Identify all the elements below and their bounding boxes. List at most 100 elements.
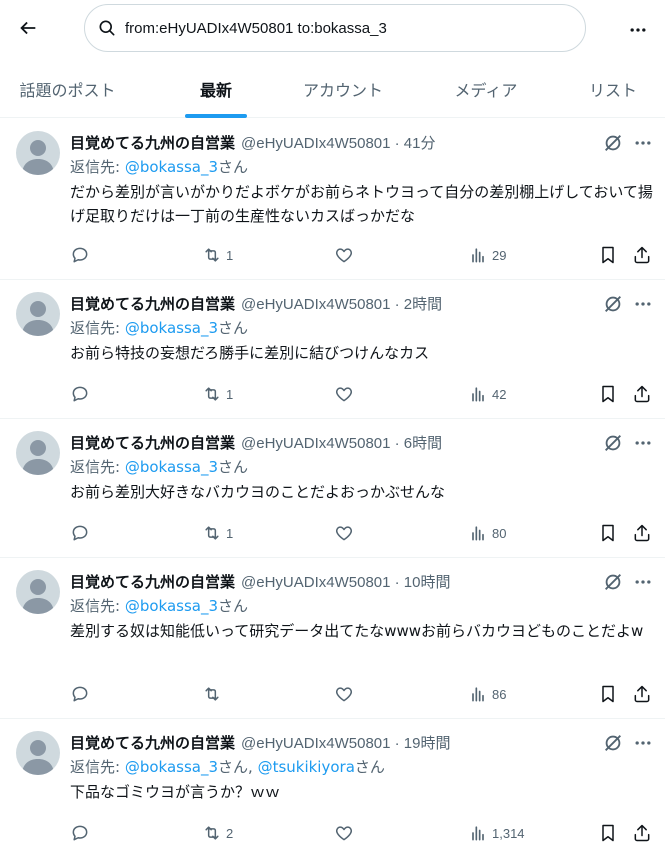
like-button[interactable] <box>334 682 354 706</box>
tweet[interactable]: 目覚めてる九州の自営業 @eHyUADIx4W50801 · 2時間 返信先: … <box>0 280 665 419</box>
mention-link[interactable]: @bokassa_3 <box>125 158 218 176</box>
views-button[interactable]: 1,314 <box>468 821 525 845</box>
tweet-header: 目覚めてる九州の自営業 @eHyUADIx4W50801 · 6時間 <box>70 431 442 453</box>
reply-suffix: さん <box>218 158 249 176</box>
mention-link[interactable]: @tsukikiyora <box>258 758 355 776</box>
handle-and-time[interactable]: @eHyUADIx4W50801 · 2時間 <box>241 293 442 314</box>
more-dots-icon[interactable] <box>632 571 654 593</box>
share-button[interactable] <box>632 243 652 267</box>
search-input[interactable]: from:eHyUADIx4W50801 to:bokassa_3 <box>84 4 586 52</box>
handle-and-time[interactable]: @eHyUADIx4W50801 · 10時間 <box>241 571 450 592</box>
tweet-header: 目覚めてる九州の自営業 @eHyUADIx4W50801 · 10時間 <box>70 570 450 592</box>
bookmark-button[interactable] <box>598 682 618 706</box>
tab-accounts[interactable]: アカウント <box>285 60 401 118</box>
display-name[interactable]: 目覚めてる九州の自営業 <box>70 432 235 453</box>
share-button[interactable] <box>632 821 652 845</box>
views-button[interactable]: 86 <box>468 682 506 706</box>
retweet-button[interactable]: 1 <box>202 382 233 406</box>
reply-icon <box>72 825 88 841</box>
share-button[interactable] <box>632 521 652 545</box>
tweet[interactable]: 目覚めてる九州の自営業 @eHyUADIx4W50801 · 19時間 返信先:… <box>0 719 665 851</box>
tweet-text: 差別する奴は知能低いって研究データ出てたなwwwお前らバカウヨどものことだよw <box>70 622 644 640</box>
reply-context: 返信先: @bokassa_3さん <box>70 317 248 338</box>
share-button[interactable] <box>632 682 652 706</box>
grok-icon[interactable] <box>602 571 624 593</box>
tab-top[interactable]: 話題のポスト <box>0 60 135 118</box>
tab-latest[interactable]: 最新 <box>170 60 262 118</box>
tab-lists[interactable]: リスト <box>570 60 656 118</box>
reply-button[interactable] <box>70 821 90 845</box>
tweet-header: 目覚めてる九州の自営業 @eHyUADIx4W50801 · 41分 <box>70 131 435 153</box>
reply-button[interactable] <box>70 243 90 267</box>
views-button[interactable]: 42 <box>468 382 506 406</box>
like-button[interactable] <box>334 821 354 845</box>
heart-icon <box>335 826 353 841</box>
views-button[interactable]: 29 <box>468 243 506 267</box>
retweet-button[interactable]: 2 <box>202 821 233 845</box>
reply-icon <box>72 247 88 263</box>
avatar[interactable] <box>16 431 60 475</box>
grok-icon[interactable] <box>602 732 624 754</box>
reply-button[interactable] <box>70 382 90 406</box>
views-button[interactable]: 80 <box>468 521 506 545</box>
tweet[interactable]: 目覚めてる九州の自営業 @eHyUADIx4W50801 · 6時間 返信先: … <box>0 419 665 558</box>
avatar[interactable] <box>16 292 60 336</box>
display-name[interactable]: 目覚めてる九州の自営業 <box>70 293 235 314</box>
mention-link[interactable]: @bokassa_3 <box>125 597 218 615</box>
mention-link[interactable]: @bokassa_3 <box>125 319 218 337</box>
avatar[interactable] <box>16 570 60 614</box>
retweet-icon <box>205 687 219 701</box>
tweet[interactable]: 目覚めてる九州の自営業 @eHyUADIx4W50801 · 10時間 返信先:… <box>0 558 665 719</box>
more-dots-icon[interactable] <box>632 132 654 154</box>
display-name[interactable]: 目覚めてる九州の自営業 <box>70 732 235 753</box>
bookmark-button[interactable] <box>598 821 618 845</box>
handle-and-time[interactable]: @eHyUADIx4W50801 · 19時間 <box>241 732 450 753</box>
reply-context: 返信先: @bokassa_3さん, @tsukikiyoraさん <box>70 756 385 777</box>
display-name[interactable]: 目覚めてる九州の自営業 <box>70 132 235 153</box>
display-name[interactable]: 目覚めてる九州の自営業 <box>70 571 235 592</box>
share-icon <box>634 824 650 842</box>
reply-button[interactable] <box>70 521 90 545</box>
bookmark-button[interactable] <box>598 382 618 406</box>
more-dots-icon[interactable] <box>632 293 654 315</box>
tweet-actions: 1 42 <box>0 382 665 406</box>
more-options-icon[interactable] <box>620 12 656 48</box>
reply-button[interactable] <box>70 682 90 706</box>
retweet-button[interactable]: 1 <box>202 521 233 545</box>
mention-link[interactable]: @bokassa_3 <box>125 758 218 776</box>
views-count: 1,314 <box>492 825 525 841</box>
reply-context: 返信先: @bokassa_3さん <box>70 456 248 477</box>
bookmark-button[interactable] <box>598 521 618 545</box>
retweet-button[interactable] <box>202 682 226 706</box>
more-dots-icon[interactable] <box>632 432 654 454</box>
mention-link[interactable]: @bokassa_3 <box>125 458 218 476</box>
grok-icon[interactable] <box>602 132 624 154</box>
share-icon <box>634 385 650 403</box>
search-query[interactable]: from:eHyUADIx4W50801 to:bokassa_3 <box>125 20 387 37</box>
retweet-button[interactable]: 1 <box>202 243 233 267</box>
grok-icon[interactable] <box>602 432 624 454</box>
heart-icon <box>335 526 353 541</box>
share-button[interactable] <box>632 382 652 406</box>
analytics-icon <box>472 526 484 541</box>
tweet[interactable]: 目覚めてる九州の自営業 @eHyUADIx4W50801 · 41分 返信先: … <box>0 119 665 280</box>
share-icon <box>634 685 650 703</box>
like-button[interactable] <box>334 382 354 406</box>
grok-icon[interactable] <box>602 293 624 315</box>
reply-prefix: 返信先: <box>70 158 125 176</box>
bookmark-button[interactable] <box>598 243 618 267</box>
handle-and-time[interactable]: @eHyUADIx4W50801 · 6時間 <box>241 432 442 453</box>
bookmark-icon <box>602 524 614 542</box>
back-arrow-icon[interactable] <box>10 10 46 46</box>
reply-prefix: 返信先: <box>70 319 125 337</box>
avatar[interactable] <box>16 131 60 175</box>
retweet-count: 1 <box>226 525 234 541</box>
like-button[interactable] <box>334 243 354 267</box>
handle-and-time[interactable]: @eHyUADIx4W50801 · 41分 <box>241 132 435 153</box>
more-dots-icon[interactable] <box>632 732 654 754</box>
avatar[interactable] <box>16 731 60 775</box>
reply-suffix: さん <box>218 458 249 476</box>
retweet-icon <box>205 526 219 540</box>
like-button[interactable] <box>334 521 354 545</box>
tab-media[interactable]: メディア <box>435 60 537 118</box>
